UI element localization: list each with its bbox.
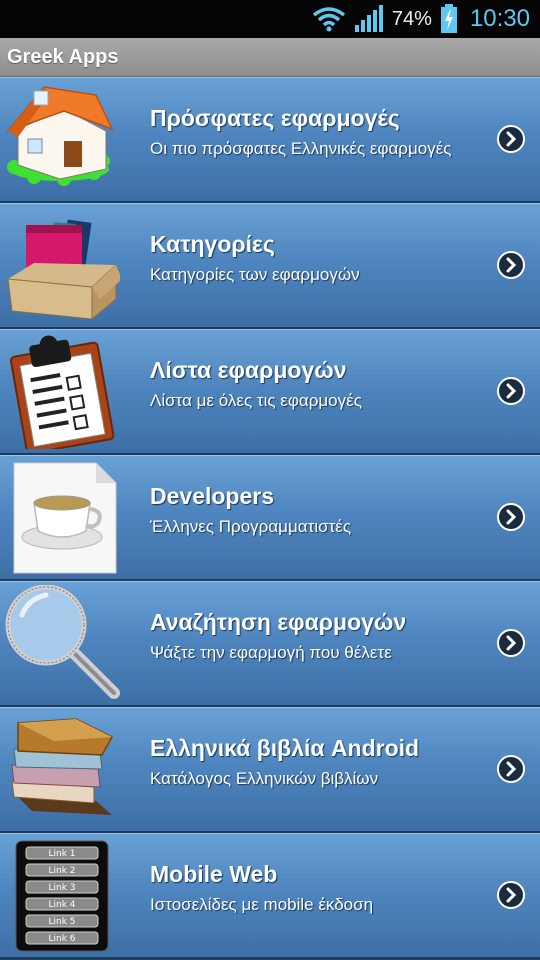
signal-icon — [354, 5, 383, 32]
item-subtitle: Οι πιο πρόσφατες Ελληνικές εφαρμογές — [150, 139, 452, 158]
item-subtitle: Κατάλογος Ελληνικών βιβλίων — [150, 769, 379, 788]
battery-percent: 74% — [391, 7, 432, 30]
menu-item-app-list[interactable]: Λίστα εφαρμογών Λίστα με όλες τις εφαρμο… — [0, 329, 540, 455]
item-title: Λίστα εφαρμογών — [150, 357, 347, 383]
item-title: Κατηγορίες — [150, 231, 275, 257]
coffee-cup-icon — [13, 462, 117, 574]
item-subtitle: Ιστοσελίδες με mobile έκδοση — [150, 895, 374, 914]
clock: 10:30 — [469, 5, 530, 32]
menu-item-recent-apps[interactable]: Πρόσφατες εφαρμογές Οι πιο πρόσφατες Ελλ… — [0, 77, 540, 203]
magnifier-icon — [5, 585, 120, 699]
wifi-icon — [312, 7, 345, 32]
menu-item-mobile-web[interactable]: Link 1 Link 2 Link 3 Link 4 Link 5 Link … — [0, 833, 540, 959]
item-subtitle: Έλληνες Προγραμματιστές — [150, 517, 352, 536]
box-of-books-icon — [7, 219, 120, 321]
item-title: Developers — [150, 483, 275, 509]
app-title-bar: Greek Apps — [0, 38, 540, 77]
links-icon: Link 1 Link 2 Link 3 Link 4 Link 5 Link … — [15, 840, 109, 952]
battery-charging-icon — [440, 4, 457, 33]
menu-item-categories[interactable]: Κατηγορίες Κατηγορίες των εφαρμογών — [0, 203, 540, 329]
book-stack-icon — [11, 718, 114, 815]
item-title: Ελληνικά βιβλία Android — [150, 735, 420, 761]
item-title: Αναζήτηση εφαρμογών — [150, 609, 407, 635]
menu-item-greek-android-books[interactable]: Ελληνικά βιβλία Android Κατάλογος Ελληνι… — [0, 707, 540, 833]
item-subtitle: Κατηγορίες των εφαρμογών — [150, 265, 360, 284]
item-subtitle: Λίστα με όλες τις εφαρμογές — [150, 391, 362, 410]
link-label: Link 5 — [48, 917, 75, 927]
link-label: Link 3 — [48, 883, 75, 893]
chevron-right-icon[interactable] — [497, 629, 525, 657]
link-label: Link 1 — [48, 849, 75, 859]
link-label: Link 2 — [48, 866, 75, 876]
status-icons: 74% 10:30 — [312, 0, 530, 38]
clipboard-icon — [9, 335, 115, 449]
menu-list: Πρόσφατες εφαρμογές Οι πιο πρόσφατες Ελλ… — [0, 77, 540, 959]
chevron-right-icon[interactable] — [497, 125, 525, 153]
link-label: Link 6 — [48, 934, 75, 944]
item-subtitle: Ψάξτε την εφαρμογή που θέλετε — [150, 643, 392, 662]
item-title: Πρόσφατες εφαρμογές — [150, 105, 400, 131]
menu-item-developers[interactable]: Developers Έλληνες Προγραμματιστές — [0, 455, 540, 581]
chevron-right-icon[interactable] — [497, 503, 525, 531]
item-title: Mobile Web — [150, 861, 278, 887]
chevron-right-icon[interactable] — [497, 881, 525, 909]
chevron-right-icon[interactable] — [497, 251, 525, 279]
app-title: Greek Apps — [7, 46, 119, 68]
link-label: Link 4 — [48, 900, 75, 910]
chevron-right-icon[interactable] — [497, 755, 525, 783]
house-icon — [5, 86, 114, 186]
menu-item-search-apps[interactable]: Αναζήτηση εφαρμογών Ψάξτε την εφαρμογή π… — [0, 581, 540, 707]
status-bar: 74% 10:30 — [0, 0, 540, 38]
chevron-right-icon[interactable] — [497, 377, 525, 405]
